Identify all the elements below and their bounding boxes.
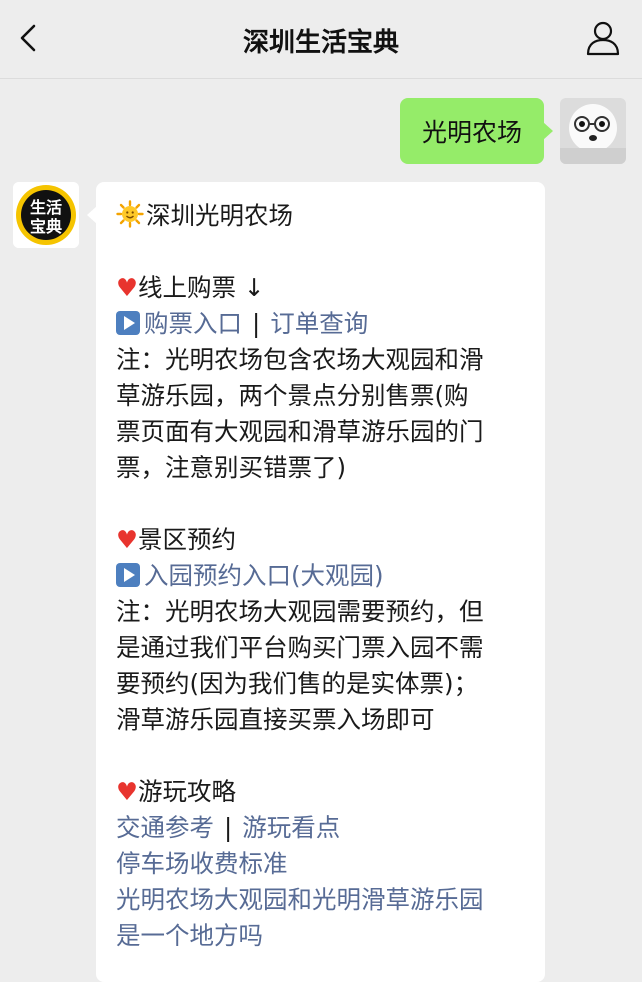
- reply-title-line: 深圳光明农场: [116, 198, 527, 234]
- section-heading-tickets: ♥线上购票 ↓: [116, 273, 265, 302]
- dog-avatar-icon: [560, 98, 626, 164]
- sun-emoji-icon: [116, 200, 144, 228]
- svg-text:宝典: 宝典: [30, 217, 62, 236]
- buy-ticket-link[interactable]: 购票入口: [144, 309, 242, 338]
- same-place-question-link[interactable]: 光明农场大观园和光明滑草游乐园: [116, 882, 527, 918]
- user-avatar[interactable]: [560, 98, 626, 164]
- section-heading-guide: ♥游玩攻略: [116, 777, 236, 806]
- reservation-note-line: 要预约(因为我们售的是实体票)；: [116, 669, 479, 698]
- official-account-avatar[interactable]: 生活 宝典: [13, 182, 79, 248]
- highlights-link[interactable]: 游玩看点: [242, 813, 340, 842]
- play-button-icon: [116, 311, 140, 335]
- order-query-link[interactable]: 订单查询: [270, 309, 368, 338]
- ticket-note-line: 草游乐园，两个景点分别售票(购: [116, 381, 469, 410]
- heart-icon: ♥: [116, 273, 138, 302]
- link-separator: |: [224, 813, 233, 842]
- sent-message-text: 光明农场: [421, 118, 522, 147]
- parking-fee-link[interactable]: 停车场收费标准: [116, 846, 527, 882]
- reservation-note-line: 是通过我们平台购买门票入园不需: [116, 633, 484, 662]
- reply-message-bubble: 深圳光明农场 ♥线上购票 ↓ 购票入口 | 订单查询 注：光明农场包含农场大观园和滑…: [87, 182, 545, 982]
- reservation-note-line: 滑草游乐园直接买票入场即可: [116, 705, 435, 734]
- link-separator: |: [252, 309, 261, 338]
- ticket-note-line: 票页面有大观园和滑草游乐园的门: [116, 417, 484, 446]
- chat-title: 深圳生活宝典: [242, 28, 399, 58]
- svg-text:生活: 生活: [30, 198, 62, 217]
- person-icon[interactable]: [584, 19, 622, 57]
- guide-links-line: 交通参考 | 游玩看点: [116, 810, 527, 846]
- ticket-note-line: 票，注意别买错票了): [116, 453, 347, 482]
- reservation-entry-link[interactable]: 入园预约入口(大观园): [144, 561, 384, 590]
- shenghuo-baodian-logo: 生活宝典: [13, 182, 79, 248]
- reply-title: 深圳光明农场: [146, 201, 293, 230]
- ticket-note-line: 注：光明农场包含农场大观园和滑: [116, 345, 484, 374]
- transport-link[interactable]: 交通参考: [116, 813, 214, 842]
- top-nav-bar: 深圳生活宝典: [0, 0, 642, 79]
- reservation-link-line: 入园预约入口(大观园): [116, 558, 527, 594]
- ticket-links-line: 购票入口 | 订单查询: [116, 306, 527, 342]
- same-place-question-link[interactable]: 是一个地方吗: [116, 918, 527, 954]
- sent-message-bubble[interactable]: 光明农场: [399, 98, 554, 164]
- section-heading-reservation: ♥景区预约: [116, 525, 236, 554]
- heart-icon: ♥: [116, 525, 138, 554]
- reservation-note-line: 注：光明农场大观园需要预约，但: [116, 597, 484, 626]
- heart-icon: ♥: [116, 777, 138, 806]
- play-button-icon: [116, 563, 140, 587]
